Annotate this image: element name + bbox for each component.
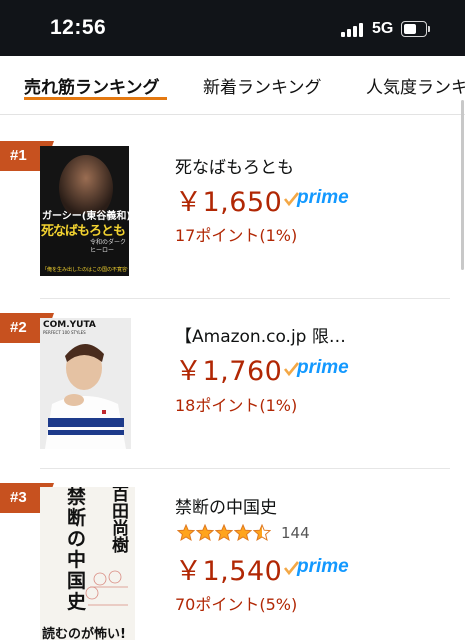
star-rating[interactable]: 144 (177, 524, 310, 542)
tab-new-ranking[interactable]: 新着ランキング (203, 73, 322, 98)
book-cover-image[interactable]: 禁断の中国史 百田尚樹 読むのが怖い! (40, 487, 135, 640)
tab-bestseller-ranking[interactable]: 売れ筋ランキング (24, 73, 160, 98)
prime-label: prime (297, 556, 349, 577)
cover-author-text: 百田尚樹 (112, 487, 129, 556)
ranking-item-1[interactable]: #1 ガーシー(東谷義和) 死なばもろとも 令和のダークヒーロー 「俺を生み出し… (0, 115, 465, 298)
star-icon (196, 524, 214, 542)
status-time: 12:56 (50, 16, 107, 39)
product-title[interactable]: 禁断の中国史 (175, 493, 277, 518)
status-bar: 12:56 5G (0, 0, 465, 56)
product-price: ￥1,760 (175, 356, 283, 387)
cover-subtitle-text: PERFECT 100 STYLES (43, 330, 86, 335)
product-price: ￥1,650 (175, 187, 283, 218)
prime-label: prime (297, 357, 349, 378)
product-points: 17ポイント(1%) (175, 226, 298, 245)
prime-label: prime (297, 187, 349, 208)
product-title[interactable]: 死なばもろとも (175, 153, 294, 178)
product-price: ￥1,540 (175, 556, 283, 587)
review-count: 144 (281, 524, 310, 542)
cover-title-text: 死なばもろとも (41, 224, 126, 239)
cover-title-text: 禁断の中国史 (67, 487, 87, 613)
cover-tagline-text: 読むのが怖い! (42, 627, 126, 640)
ranking-tabs: 売れ筋ランキング 新着ランキング 人気度ランキ (0, 56, 465, 115)
book-cover-image[interactable]: COM.YUTA PERFECT 100 STYLES (40, 318, 131, 449)
product-title[interactable]: 【Amazon.co.jp 限… (175, 322, 346, 347)
cover-subtitle-text: 令和のダークヒーロー (90, 239, 127, 254)
battery-icon (401, 21, 431, 37)
star-icon (253, 524, 271, 542)
product-points: 18ポイント(1%) (175, 396, 298, 415)
cellular-signal-icon (341, 23, 365, 37)
ranking-item-2[interactable]: #2 COM.YUTA PERFECT 100 STYLES 【Amazon.c… (0, 299, 465, 469)
cover-photo (40, 318, 131, 449)
cover-tagline-text: 「俺を生み出したのはこの国の不寛容や」 (42, 267, 128, 273)
active-tab-indicator (24, 97, 167, 100)
network-type-label: 5G (372, 20, 394, 37)
cover-brand-text: COM.YUTA (43, 320, 96, 330)
star-icon (215, 524, 233, 542)
tab-popularity-ranking[interactable]: 人気度ランキ (366, 73, 465, 98)
ranking-item-3[interactable]: #3 禁断の中国史 百田尚樹 読むのが怖い! 禁断の中国史 144 ￥1,540… (0, 469, 465, 640)
star-icon (234, 524, 252, 542)
book-cover-image[interactable]: ガーシー(東谷義和) 死なばもろとも 令和のダークヒーロー 「俺を生み出したのは… (40, 146, 129, 276)
star-icon (177, 524, 195, 542)
product-points: 70ポイント(5%) (175, 595, 298, 614)
